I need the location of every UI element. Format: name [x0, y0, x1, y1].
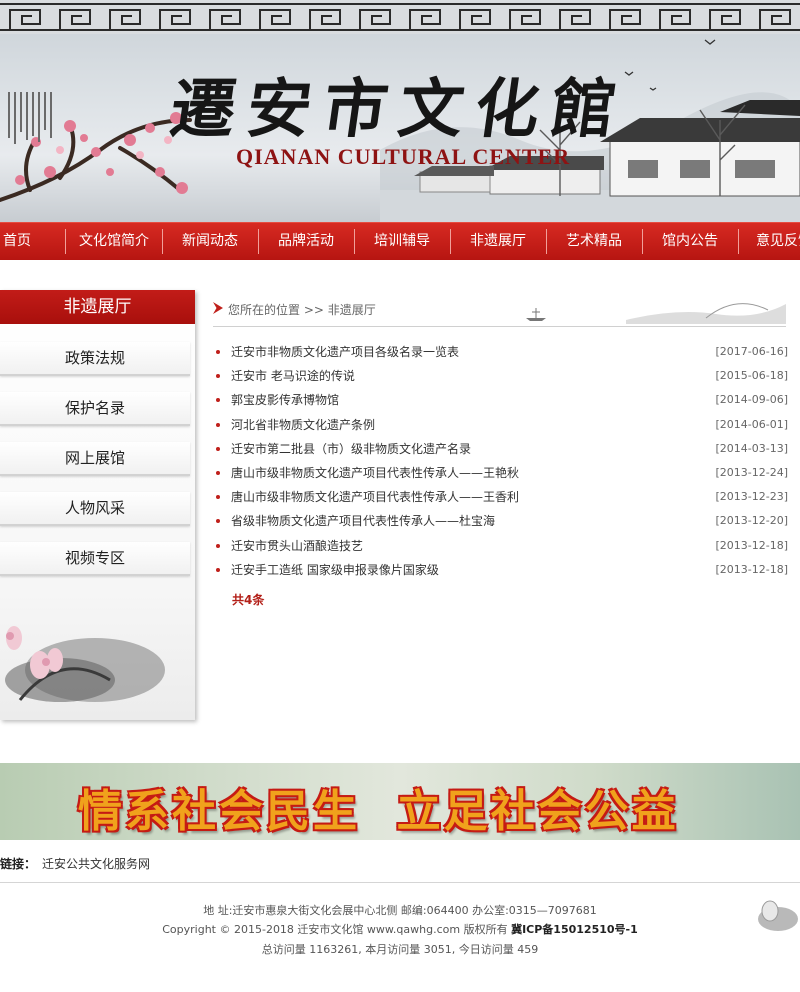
article-title-link[interactable]: 迁安市非物质文化遗产项目各级名录一览表: [231, 340, 459, 364]
footer-divider: [0, 882, 800, 883]
total-count: 共4条: [232, 593, 265, 607]
footer-visit-stats: 总访问量 1163261, 本月访问量 3051, 今日访问量 459: [261, 943, 539, 956]
list-item: 郭宝皮影传承博物馆 [2014-09-06]: [213, 388, 788, 412]
nav-separator: [738, 229, 739, 254]
article-date: [2013-12-20]: [715, 514, 788, 528]
plum-blossom-branch-icon: [0, 112, 192, 202]
nav-separator: [65, 229, 66, 254]
nav-item-news[interactable]: 新闻动态: [164, 223, 256, 260]
sidebar-item-policies[interactable]: 政策法规: [0, 342, 190, 376]
article-title-link[interactable]: 河北省非物质文化遗产条例: [231, 413, 375, 437]
bullet-dot-icon: [216, 495, 220, 500]
site-title: 遷安市文化館: [165, 72, 633, 147]
main-nav: 首页 文化馆简介 新闻动态 品牌活动 培训辅导 非遗展厅 艺术精品 馆内公告 意…: [0, 222, 800, 260]
ink-boat-landscape-icon: [526, 303, 786, 324]
bullet-dot-icon: [216, 350, 220, 354]
bullet-dot-icon: [216, 543, 220, 548]
article-date: [2017-06-16]: [715, 345, 788, 358]
footer-copyright: Copyright © 2015-2018 迁安市文化馆 www.qawhg.c…: [162, 923, 508, 936]
lotus-ink-icon: [758, 900, 798, 931]
list-item: 省级非物质文化遗产项目代表性传承人——杜宝海 [2013-12-20]: [213, 509, 788, 533]
footer-address: 地 址:迁安市惠泉大街文化会展中心北侧 邮编:064400 办公室:0315—7…: [203, 904, 597, 917]
sidebar-item-videos[interactable]: 视频专区: [0, 542, 190, 576]
sidebar-item-online-exhibition[interactable]: 网上展馆: [0, 442, 190, 476]
nav-item-feedback[interactable]: 意见反馈: [756, 223, 800, 260]
article-date: [2013-12-18]: [715, 538, 788, 552]
bullet-dot-icon: [216, 470, 220, 475]
bullet-dot-icon: [216, 519, 220, 524]
list-item: 迁安市 老马识途的传说 [2015-06-18]: [213, 364, 788, 388]
nav-item-brand-activities[interactable]: 品牌活动: [260, 223, 352, 260]
friend-links: 链接： 迁安公共文化服务网: [0, 855, 150, 872]
nav-item-about[interactable]: 文化馆简介: [68, 223, 160, 260]
nav-item-home[interactable]: 首页: [0, 223, 34, 260]
article-title-link[interactable]: 郭宝皮影传承博物馆: [231, 388, 339, 412]
site-subtitle: QIANAN CULTURAL CENTER: [236, 144, 571, 169]
sidebar-heading: 非遗展厅: [0, 290, 195, 324]
article-date: [2014-03-13]: [715, 441, 788, 455]
chevron-right-icon: [213, 302, 223, 314]
nav-item-training[interactable]: 培训辅导: [356, 223, 448, 260]
article-date: [2013-12-23]: [715, 490, 788, 504]
article-date: [2014-09-06]: [715, 393, 788, 407]
article-date: [2013-12-18]: [715, 562, 788, 576]
article-title-link[interactable]: 唐山市级非物质文化遗产项目代表性传承人——王香利: [231, 485, 519, 509]
nav-separator: [546, 229, 547, 254]
bullet-dot-icon: [216, 567, 220, 572]
bullet-dot-icon: [216, 398, 220, 403]
nav-separator: [258, 229, 259, 254]
sidebar-item-protection-list[interactable]: 保护名录: [0, 392, 190, 426]
list-item: 迁安市贯头山酒酿造技艺 [2013-12-18]: [213, 534, 788, 558]
nav-item-announcements[interactable]: 馆内公告: [644, 223, 736, 260]
article-date: [2014-06-01]: [715, 417, 788, 431]
footer-copyright-line: Copyright © 2015-2018 迁安市文化馆 www.qawhg.c…: [0, 921, 800, 937]
list-item: 唐山市级非物质文化遗产项目代表性传承人——王香利 [2013-12-23]: [213, 485, 788, 509]
nav-item-heritage-hall[interactable]: 非遗展厅: [452, 223, 544, 260]
nav-separator: [642, 229, 643, 254]
article-title-link[interactable]: 省级非物质文化遗产项目代表性传承人——杜宝海: [231, 509, 495, 533]
list-item: 迁安市第二批县（市）级非物质文化遗产名录 [2014-03-13]: [213, 437, 788, 461]
article-title-link[interactable]: 迁安市贯头山酒酿造技艺: [231, 534, 363, 558]
article-date: [2015-06-18]: [715, 369, 788, 383]
article-title-link[interactable]: 迁安手工造纸 国家级申报录像片国家级: [231, 558, 439, 582]
list-item: 迁安市非物质文化遗产项目各级名录一览表 [2017-06-16]: [213, 340, 788, 364]
bullet-dot-icon: [216, 374, 220, 379]
article-title-link[interactable]: 迁安市第二批县（市）级非物质文化遗产名录: [231, 437, 471, 461]
nav-separator: [354, 229, 355, 254]
article-title-link[interactable]: 迁安市 老马识途的传说: [231, 364, 355, 388]
sidebar: 非遗展厅 政策法规 保护名录 网上展馆 人物风采 视频专区: [0, 290, 195, 720]
nav-item-art-works[interactable]: 艺术精品: [548, 223, 640, 260]
article-title-link[interactable]: 唐山市级非物质文化遗产项目代表性传承人——王艳秋: [231, 461, 519, 485]
footer-icp[interactable]: 冀ICP备15012510号-1: [511, 923, 638, 936]
link-public-culture-service[interactable]: 迁安公共文化服务网: [42, 857, 150, 871]
list-item: 河北省非物质文化遗产条例 [2014-06-01]: [213, 413, 788, 437]
list-item: 唐山市级非物质文化遗产项目代表性传承人——王艳秋 [2013-12-24]: [213, 461, 788, 485]
breadcrumb: 您所在的位置 >> 非遗展厅: [213, 290, 786, 327]
breadcrumb-text: 您所在的位置 >> 非遗展厅: [228, 303, 376, 317]
sidebar-item-people[interactable]: 人物风采: [0, 492, 190, 526]
slogan-banner: 情系社会民生 立足社会公益: [0, 763, 800, 840]
bullet-dot-icon: [216, 446, 220, 451]
lotus-ink-painting-icon: [5, 626, 165, 702]
nav-separator: [162, 229, 163, 254]
list-item: 迁安手工造纸 国家级申报录像片国家级 [2013-12-18]: [213, 558, 788, 582]
links-label: 链接：: [0, 857, 37, 871]
slogan-text: 情系社会民生 立足社会公益: [78, 786, 679, 837]
article-list: 迁安市非物质文化遗产项目各级名录一览表 [2017-06-16] 迁安市 老马识…: [213, 340, 788, 582]
header-banner: 遷安市文化館 QIANAN CULTURAL CENTER: [0, 0, 800, 222]
nav-separator: [450, 229, 451, 254]
article-date: [2013-12-24]: [715, 465, 788, 479]
bullet-dot-icon: [216, 422, 220, 427]
